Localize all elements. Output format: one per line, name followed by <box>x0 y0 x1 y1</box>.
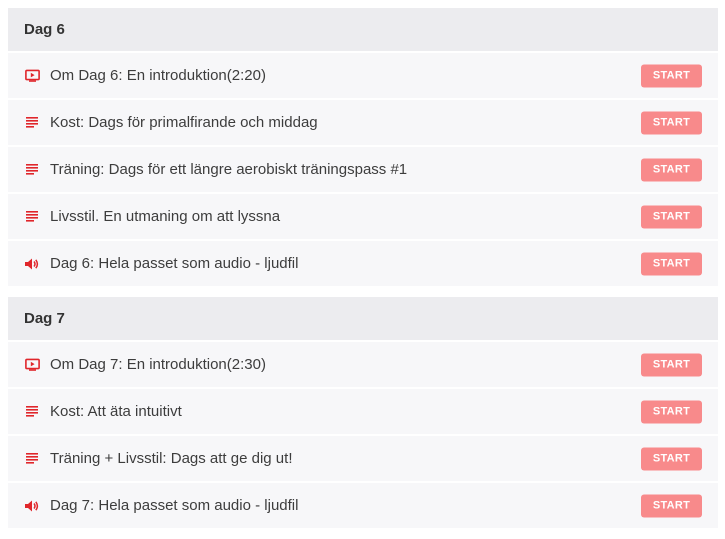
start-button[interactable]: START <box>641 400 702 423</box>
lesson-title: Träning + Livsstil: Dags att ge dig ut! <box>50 450 293 467</box>
section-dag-7: Dag 7 Om Dag 7: En introduktion(2:30) ST… <box>8 297 718 528</box>
text-icon <box>24 115 40 131</box>
lesson-row[interactable]: Om Dag 6: En introduktion(2:20) START <box>8 51 718 98</box>
section-title: Dag 6 <box>8 8 718 51</box>
lesson-title: Kost: Att äta intuitivt <box>50 403 182 420</box>
lesson-title: Dag 6: Hela passet som audio - ljudfil <box>50 255 299 272</box>
text-icon <box>24 162 40 178</box>
start-button[interactable]: START <box>641 158 702 181</box>
section-title: Dag 7 <box>8 297 718 340</box>
lesson-row[interactable]: Dag 6: Hela passet som audio - ljudfil S… <box>8 239 718 286</box>
start-button[interactable]: START <box>641 64 702 87</box>
section-dag-6: Dag 6 Om Dag 6: En introduktion(2:20) ST… <box>8 8 718 286</box>
text-icon <box>24 209 40 225</box>
video-icon <box>24 357 40 373</box>
text-icon <box>24 404 40 420</box>
start-button[interactable]: START <box>641 353 702 376</box>
start-button[interactable]: START <box>641 252 702 275</box>
lesson-title: Om Dag 7: En introduktion(2:30) <box>50 356 266 373</box>
lesson-row[interactable]: Livsstil. En utmaning om att lyssna STAR… <box>8 192 718 239</box>
lesson-title: Träning: Dags för ett längre aerobiskt t… <box>50 161 408 178</box>
course-curriculum: Dag 6 Om Dag 6: En introduktion(2:20) ST… <box>8 8 718 539</box>
audio-icon <box>24 498 40 514</box>
lesson-title: Livsstil. En utmaning om att lyssna <box>50 208 281 225</box>
start-button[interactable]: START <box>641 205 702 228</box>
lesson-row[interactable]: Kost: Att äta intuitivt START <box>8 387 718 434</box>
lesson-row[interactable]: Träning: Dags för ett längre aerobiskt t… <box>8 145 718 192</box>
lesson-row[interactable]: Träning + Livsstil: Dags att ge dig ut! … <box>8 434 718 481</box>
lesson-row[interactable]: Kost: Dags för primalfirande och middag … <box>8 98 718 145</box>
lesson-row[interactable]: Dag 7: Hela passet som audio - ljudfil S… <box>8 481 718 528</box>
lesson-title: Kost: Dags för primalfirande och middag <box>50 114 318 131</box>
start-button[interactable]: START <box>641 494 702 517</box>
start-button[interactable]: START <box>641 447 702 470</box>
lesson-title: Om Dag 6: En introduktion(2:20) <box>50 67 266 84</box>
text-icon <box>24 451 40 467</box>
start-button[interactable]: START <box>641 111 702 134</box>
lesson-row[interactable]: Om Dag 7: En introduktion(2:30) START <box>8 340 718 387</box>
lesson-title: Dag 7: Hela passet som audio - ljudfil <box>50 497 299 514</box>
audio-icon <box>24 256 40 272</box>
video-icon <box>24 68 40 84</box>
